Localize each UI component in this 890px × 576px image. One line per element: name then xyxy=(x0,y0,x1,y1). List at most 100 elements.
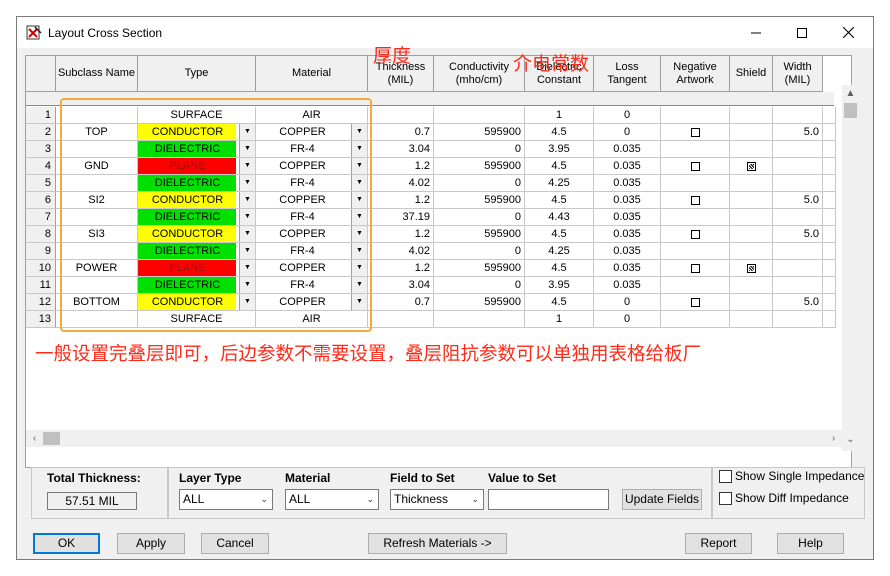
horizontal-scroll-thumb[interactable] xyxy=(43,432,60,445)
cell-thickness[interactable]: 1.2 xyxy=(368,192,434,209)
cell-thickness[interactable]: 1.2 xyxy=(368,260,434,277)
vertical-scrollbar[interactable]: ▲ ⌄ xyxy=(842,85,859,451)
cell-negative[interactable] xyxy=(661,243,730,260)
cell-conductivity[interactable]: 0 xyxy=(434,277,525,294)
cell-shield[interactable] xyxy=(730,243,773,260)
cell-thickness[interactable]: 0.7 xyxy=(368,294,434,311)
layer-type-select[interactable]: ALL ⌄ xyxy=(179,489,273,510)
cell-shield[interactable] xyxy=(730,209,773,226)
negative-checkbox[interactable] xyxy=(690,128,700,137)
cell-thickness[interactable]: 4.02 xyxy=(368,243,434,260)
cell-width[interactable] xyxy=(773,277,823,294)
horizontal-scrollbar[interactable]: ‹ › xyxy=(26,430,842,447)
cell-dielectric[interactable]: 3.95 xyxy=(525,141,594,158)
cell-negative[interactable] xyxy=(661,192,730,209)
cell-loss[interactable]: 0 xyxy=(594,311,661,328)
cell-conductivity[interactable]: 0 xyxy=(434,243,525,260)
cell-dielectric[interactable]: 4.5 xyxy=(525,226,594,243)
minimize-button[interactable] xyxy=(733,17,779,48)
cell-conductivity[interactable]: 595900 xyxy=(434,226,525,243)
cell-negative[interactable] xyxy=(661,260,730,277)
cell-thickness[interactable] xyxy=(368,311,434,328)
close-button[interactable] xyxy=(825,17,871,48)
cell-width[interactable] xyxy=(773,158,823,175)
cell-negative[interactable] xyxy=(661,226,730,243)
cell-dielectric[interactable]: 1 xyxy=(525,107,594,124)
scroll-left-icon[interactable]: ‹ xyxy=(26,430,43,447)
cell-shield[interactable] xyxy=(730,124,773,141)
scroll-down-icon[interactable]: ⌄ xyxy=(842,431,859,448)
header-width[interactable]: Width (MIL) xyxy=(773,56,823,92)
cell-shield[interactable] xyxy=(730,311,773,328)
cell-loss[interactable]: 0 xyxy=(594,107,661,124)
cell-conductivity[interactable] xyxy=(434,107,525,124)
cell-shield[interactable] xyxy=(730,107,773,124)
cell-loss[interactable]: 0.035 xyxy=(594,226,661,243)
cell-dielectric[interactable]: 4.5 xyxy=(525,158,594,175)
header-material[interactable]: Material xyxy=(256,56,368,92)
cell-thickness[interactable]: 1.2 xyxy=(368,226,434,243)
apply-button[interactable]: Apply xyxy=(117,533,185,554)
cell-loss[interactable]: 0.035 xyxy=(594,260,661,277)
header-conductivity[interactable]: Conductivity (mho/cm) xyxy=(434,56,525,92)
scroll-right-icon[interactable]: › xyxy=(825,430,842,447)
vertical-scroll-thumb[interactable] xyxy=(844,103,857,118)
report-button[interactable]: Report xyxy=(685,533,752,554)
negative-checkbox[interactable] xyxy=(690,162,700,171)
cell-width[interactable] xyxy=(773,107,823,124)
material-select[interactable]: ALL ⌄ xyxy=(285,489,379,510)
cell-shield[interactable] xyxy=(730,158,773,175)
cell-conductivity[interactable]: 0 xyxy=(434,141,525,158)
shield-checkbox[interactable] xyxy=(746,162,756,171)
cell-loss[interactable]: 0.035 xyxy=(594,175,661,192)
cell-loss[interactable]: 0 xyxy=(594,124,661,141)
cell-width[interactable] xyxy=(773,141,823,158)
cell-negative[interactable] xyxy=(661,107,730,124)
header-subclass[interactable]: Subclass Name xyxy=(56,56,138,92)
cell-loss[interactable]: 0.035 xyxy=(594,141,661,158)
cell-width[interactable] xyxy=(773,243,823,260)
cell-dielectric[interactable]: 4.25 xyxy=(525,175,594,192)
cell-conductivity[interactable]: 595900 xyxy=(434,192,525,209)
cell-thickness[interactable]: 3.04 xyxy=(368,141,434,158)
field-to-set-select[interactable]: Thickness ⌄ xyxy=(390,489,484,510)
cell-thickness[interactable]: 1.2 xyxy=(368,158,434,175)
scroll-up-icon[interactable]: ▲ xyxy=(842,85,859,102)
cell-width[interactable]: 5.0 xyxy=(773,294,823,311)
cell-negative[interactable] xyxy=(661,277,730,294)
cell-dielectric[interactable]: 4.5 xyxy=(525,294,594,311)
cell-dielectric[interactable]: 1 xyxy=(525,311,594,328)
header-shield[interactable]: Shield xyxy=(730,56,773,92)
cell-conductivity[interactable]: 595900 xyxy=(434,260,525,277)
cell-dielectric[interactable]: 3.95 xyxy=(525,277,594,294)
negative-checkbox[interactable] xyxy=(690,264,700,273)
cell-width[interactable] xyxy=(773,311,823,328)
cell-shield[interactable] xyxy=(730,192,773,209)
cell-thickness[interactable] xyxy=(368,107,434,124)
cell-negative[interactable] xyxy=(661,158,730,175)
cell-negative[interactable] xyxy=(661,175,730,192)
cancel-button[interactable]: Cancel xyxy=(201,533,269,554)
header-loss[interactable]: Loss Tangent xyxy=(594,56,661,92)
cell-thickness[interactable]: 0.7 xyxy=(368,124,434,141)
update-fields-button[interactable]: Update Fields xyxy=(622,489,702,510)
show-single-impedance-checkbox[interactable] xyxy=(719,470,732,483)
cell-dielectric[interactable]: 4.5 xyxy=(525,124,594,141)
cell-loss[interactable]: 0.035 xyxy=(594,243,661,260)
cell-width[interactable]: 5.0 xyxy=(773,192,823,209)
cell-shield[interactable] xyxy=(730,175,773,192)
cell-dielectric[interactable]: 4.43 xyxy=(525,209,594,226)
cell-conductivity[interactable]: 595900 xyxy=(434,294,525,311)
cell-negative[interactable] xyxy=(661,294,730,311)
cell-negative[interactable] xyxy=(661,124,730,141)
cell-conductivity[interactable]: 0 xyxy=(434,175,525,192)
cell-loss[interactable]: 0.035 xyxy=(594,158,661,175)
cell-thickness[interactable]: 4.02 xyxy=(368,175,434,192)
value-to-set-input[interactable] xyxy=(488,489,609,510)
cell-loss[interactable]: 0.035 xyxy=(594,277,661,294)
cell-shield[interactable] xyxy=(730,226,773,243)
header-type[interactable]: Type xyxy=(138,56,256,92)
cell-conductivity[interactable]: 0 xyxy=(434,209,525,226)
cell-negative[interactable] xyxy=(661,209,730,226)
cell-width[interactable] xyxy=(773,175,823,192)
